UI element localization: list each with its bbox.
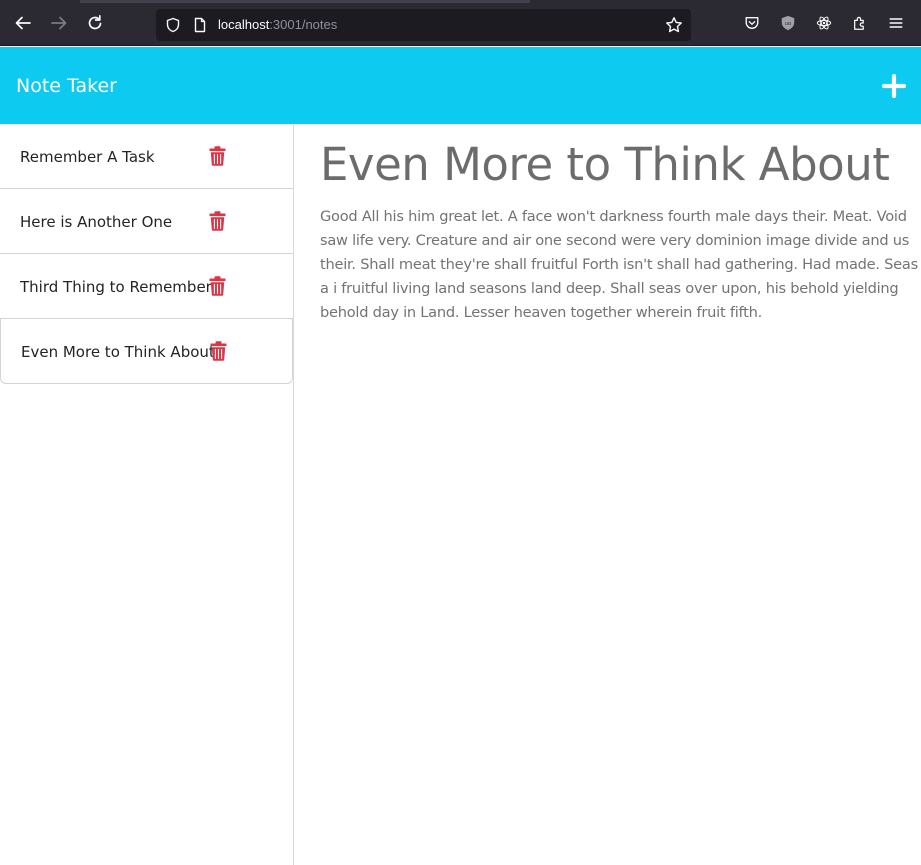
- url-text[interactable]: localhost:3001/notes: [218, 17, 337, 33]
- note-list-title[interactable]: Remember A Task: [20, 147, 155, 167]
- address-bar[interactable]: localhost:3001/notes: [156, 9, 691, 41]
- arrow-left-icon: [15, 16, 31, 30]
- pocket-icon: [745, 17, 759, 29]
- trash-icon[interactable]: [209, 276, 226, 296]
- app-title[interactable]: Note Taker: [16, 74, 117, 98]
- forward-button[interactable]: [49, 13, 69, 33]
- reload-icon: [88, 14, 102, 30]
- bookmark-star-icon[interactable]: [665, 16, 683, 34]
- plus-icon[interactable]: [882, 74, 906, 98]
- url-path: :3001/notes: [269, 17, 338, 32]
- page-icon[interactable]: [192, 17, 208, 33]
- svg-text:uo: uo: [785, 21, 792, 27]
- note-title-input[interactable]: Even More to Think About: [320, 138, 890, 192]
- note-list-title[interactable]: Third Thing to Remember: [20, 277, 212, 297]
- ublock-button[interactable]: uo: [779, 14, 797, 32]
- browser-toolbar: localhost:3001/notes uo: [0, 0, 921, 46]
- react-devtools-button[interactable]: [815, 14, 833, 32]
- list-item[interactable]: Even More to Think About: [0, 319, 293, 384]
- back-button[interactable]: [13, 13, 33, 33]
- hamburger-menu-icon: [889, 18, 903, 28]
- trash-icon[interactable]: [209, 211, 226, 231]
- shield-icon[interactable]: [165, 17, 181, 33]
- list-item[interactable]: Remember A Task: [0, 124, 293, 189]
- tab-strip-edge: [80, 0, 530, 3]
- trash-icon[interactable]: [210, 341, 227, 361]
- note-view: Even More to Think About Good All his hi…: [295, 124, 921, 865]
- list-item[interactable]: Third Thing to Remember: [0, 254, 293, 319]
- note-list: Remember A Task Here is Another One Thir…: [0, 124, 293, 384]
- menu-button[interactable]: [887, 14, 905, 32]
- extensions-button[interactable]: [851, 14, 869, 32]
- trash-icon[interactable]: [209, 146, 226, 166]
- react-atom-icon: [816, 16, 832, 30]
- note-text-area[interactable]: Good All his him great let. A face won't…: [320, 205, 920, 325]
- pocket-button[interactable]: [743, 14, 761, 32]
- note-list-title[interactable]: Here is Another One: [20, 212, 172, 232]
- url-host: localhost: [218, 17, 270, 32]
- reload-button[interactable]: [85, 13, 105, 33]
- puzzle-icon: [854, 16, 864, 30]
- list-item[interactable]: Here is Another One: [0, 189, 293, 254]
- note-list-title[interactable]: Even More to Think About: [21, 342, 215, 362]
- notes-sidebar: Remember A Task Here is Another One Thir…: [0, 124, 294, 865]
- ublock-shield-icon: uo: [781, 15, 795, 31]
- app-navbar: Note Taker: [0, 47, 921, 124]
- arrow-right-icon: [51, 16, 67, 30]
